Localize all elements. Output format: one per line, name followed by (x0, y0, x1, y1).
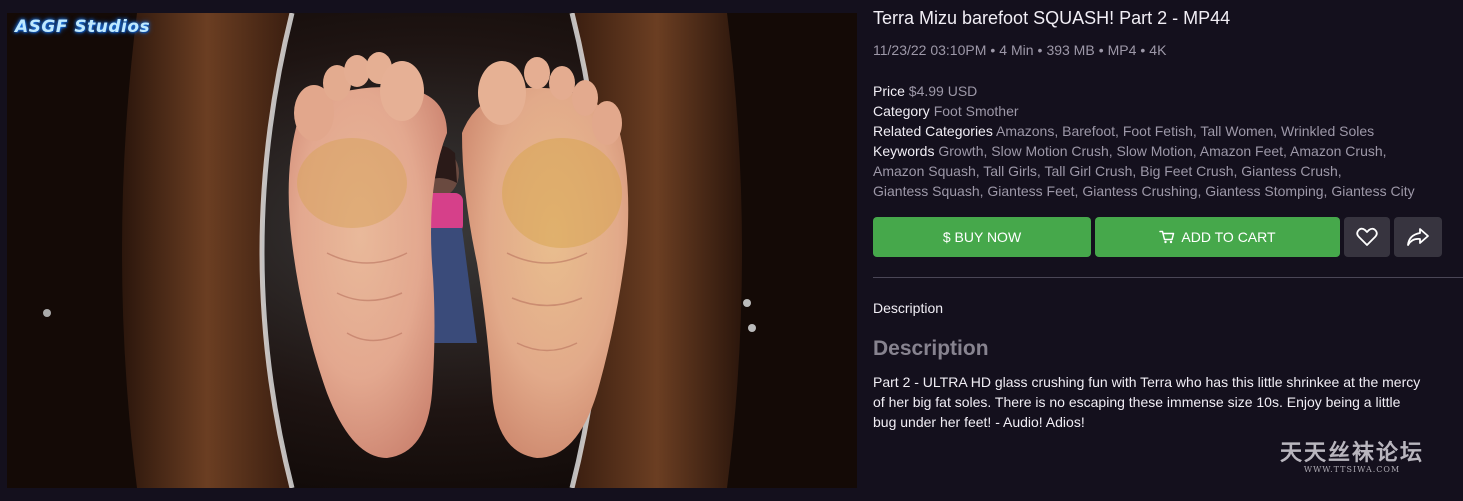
meta-separator: • (1140, 42, 1146, 58)
meta-date: 11/23/22 03:10PM (873, 42, 987, 58)
category-row: Category Foot Smother (873, 101, 1459, 121)
description-line: of her big fat soles. There is no escapi… (873, 394, 1401, 410)
description-text: Part 2 - ULTRA HD glass crushing fun wit… (873, 372, 1463, 432)
related-categories-label: Related Categories (873, 123, 993, 139)
category-label: Category (873, 103, 930, 119)
add-to-cart-label: ADD TO CART (1181, 229, 1276, 245)
product-preview-image[interactable]: ASGF Studios (7, 13, 857, 488)
product-title: Terra Mizu barefoot SQUASH! Part 2 - MP4… (873, 8, 1231, 28)
keywords-label: Keywords (873, 143, 935, 159)
watermark-title: 天天丝袜论坛 (1279, 440, 1424, 466)
keywords-row-continued: Giantess Squash, Giantess Feet, Giantess… (873, 181, 1459, 201)
description-line: Part 2 - ULTRA HD glass crushing fun wit… (873, 374, 1421, 390)
keywords-links[interactable]: Amazon Squash, Tall Girls, Tall Girl Cru… (873, 163, 1342, 179)
meta-format: MP4 (1107, 42, 1137, 58)
keywords-row: Keywords Growth, Slow Motion Crush, Slow… (873, 141, 1459, 161)
keywords-links[interactable]: Giantess Squash, Giantess Feet, Giantess… (873, 183, 1415, 199)
price-row: Price $4.99 USD (873, 81, 1459, 101)
product-page: ASGF Studios Terra Mizu barefoot SQUASH!… (0, 0, 1463, 501)
site-watermark: 天天丝袜论坛 WWW.TTSIWA.COM (1272, 441, 1432, 474)
heart-icon (1356, 227, 1378, 247)
product-properties: Price $4.99 USD Category Foot Smother Re… (873, 81, 1459, 201)
related-categories-row: Related Categories Amazons, Barefoot, Fo… (873, 121, 1459, 141)
category-link[interactable]: Foot Smother (934, 103, 1019, 119)
meta-separator: • (1037, 42, 1043, 58)
share-arrow-icon (1406, 227, 1430, 247)
price-value: $4.99 USD (908, 83, 978, 99)
tab-description[interactable]: Description (873, 300, 943, 316)
description-line: bug under her feet! - Audio! Adios! (873, 414, 1085, 430)
share-button[interactable] (1394, 217, 1442, 257)
action-buttons: $ BUY NOW ADD TO CART (873, 217, 1463, 257)
meta-duration: 4 Min (999, 42, 1034, 58)
section-divider (873, 277, 1463, 278)
meta-separator: • (1098, 42, 1104, 58)
meta-separator: • (990, 42, 996, 58)
price-label: Price (873, 83, 905, 99)
favorite-button[interactable] (1344, 217, 1390, 257)
buy-now-button[interactable]: $ BUY NOW (873, 217, 1091, 257)
cart-icon (1159, 230, 1175, 244)
product-meta: 11/23/22 03:10PM • 4 Min • 393 MB • MP4 • 4K (873, 42, 1166, 58)
add-to-cart-button[interactable]: ADD TO CART (1095, 217, 1340, 257)
meta-size: 393 MB (1046, 42, 1095, 58)
preview-illustration (7, 13, 857, 488)
studio-logo: ASGF Studios (15, 17, 151, 37)
meta-resolution: 4K (1149, 42, 1167, 58)
keywords-row-continued: Amazon Squash, Tall Girls, Tall Girl Cru… (873, 161, 1459, 181)
buy-now-label: $ BUY NOW (942, 229, 1022, 245)
keywords-links[interactable]: Growth, Slow Motion Crush, Slow Motion, … (938, 143, 1386, 159)
watermark-url: WWW.TTSIWA.COM (1303, 465, 1401, 474)
related-categories-links[interactable]: Amazons, Barefoot, Foot Fetish, Tall Wom… (996, 123, 1374, 139)
description-heading: Description (873, 337, 989, 360)
